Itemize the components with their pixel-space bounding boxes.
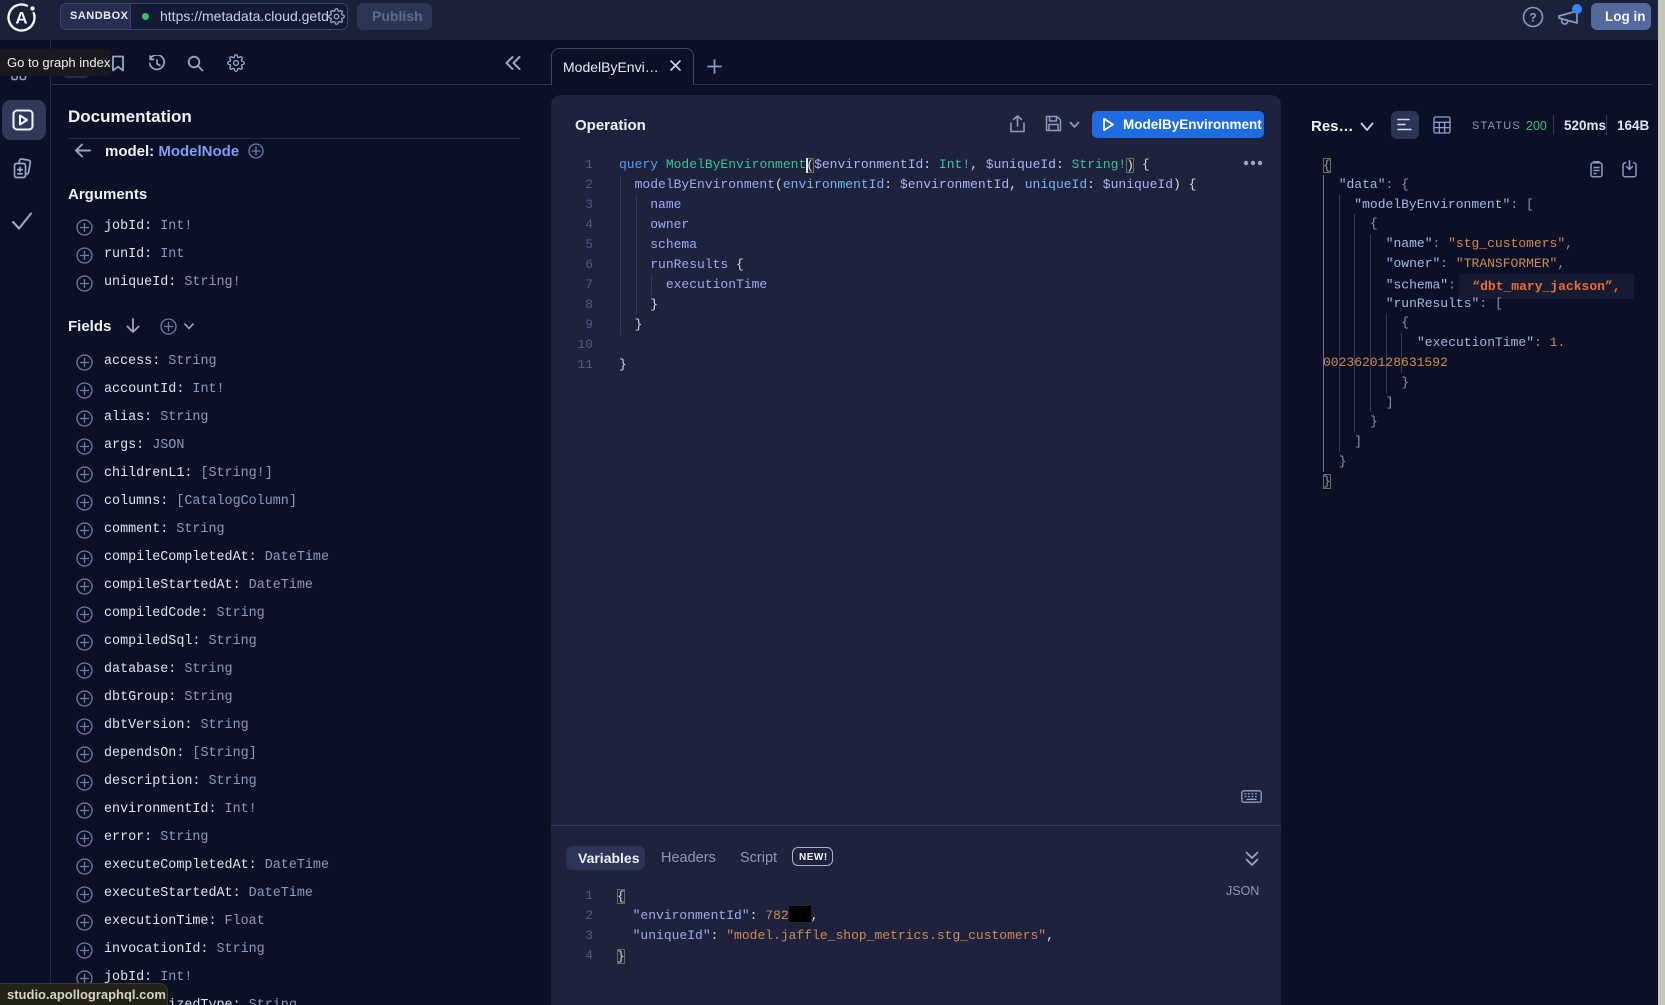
svg-text:?: ? <box>1529 11 1536 25</box>
svg-text:A: A <box>15 9 27 28</box>
